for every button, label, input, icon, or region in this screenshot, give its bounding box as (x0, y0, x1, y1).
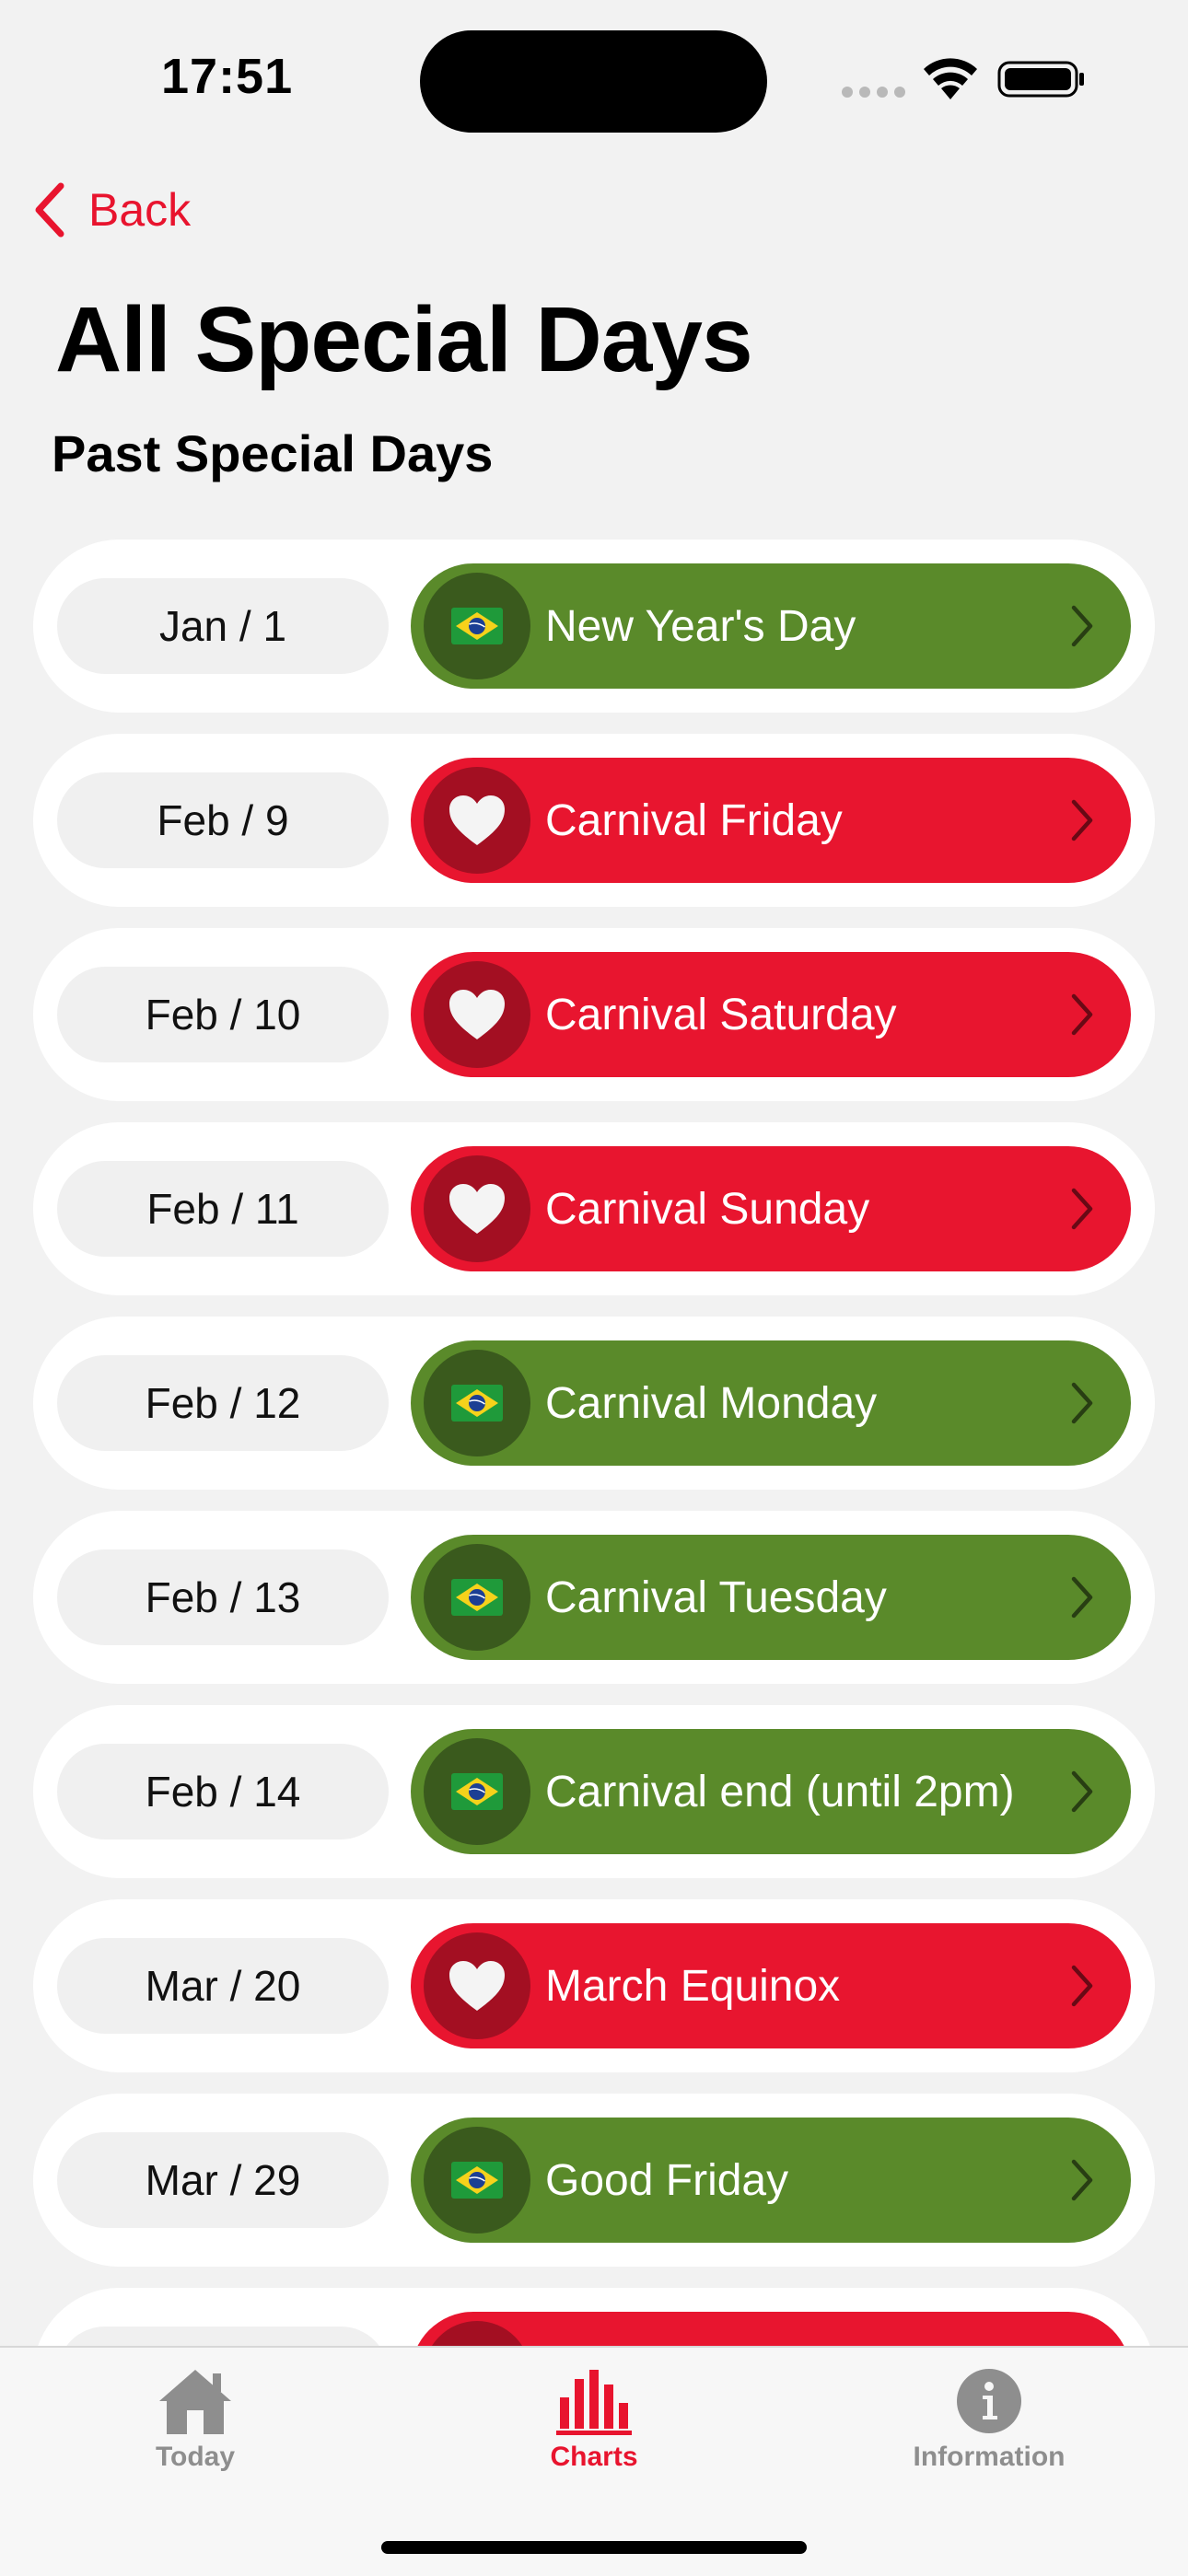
event-button[interactable]: Carnival Monday (411, 1340, 1131, 1466)
brazil-flag-icon (424, 1738, 530, 1845)
date-pill: Mar / 20 (57, 1938, 389, 2034)
event-button[interactable]: New Year's Day (411, 563, 1131, 689)
event-name: Carnival Tuesday (545, 1572, 887, 1622)
tab-charts-label: Charts (550, 2442, 638, 2472)
heart-icon (424, 767, 530, 874)
list-item: Feb / 11 Carnival Sunday (33, 1122, 1155, 1295)
list-item: Jan / 1 New Year's Day (33, 540, 1155, 713)
cellular-signal-icon (842, 87, 906, 98)
list-item: Feb / 12 Carnival Monday (33, 1317, 1155, 1490)
event-name: Carnival end (until 2pm) (545, 1767, 1015, 1816)
event-name: New Year's Day (545, 601, 856, 651)
chevron-right-icon (1071, 1770, 1093, 1813)
chevron-right-icon (1071, 2159, 1093, 2201)
list-item: Mar / 20 March Equinox (33, 1899, 1155, 2072)
chevron-right-icon (1071, 1576, 1093, 1619)
list-item: Feb / 9 Carnival Friday (33, 734, 1155, 907)
heart-icon (424, 1155, 530, 1262)
event-name: Carnival Saturday (545, 990, 897, 1039)
wifi-icon (924, 58, 977, 99)
tab-today[interactable]: Today (57, 2348, 333, 2495)
dynamic-island (420, 30, 767, 133)
chevron-right-icon (1071, 1965, 1093, 2007)
chevron-right-icon (1071, 993, 1093, 1036)
battery-icon (997, 61, 1084, 98)
chevron-right-icon (1071, 799, 1093, 841)
status-bar: 17:51 (0, 0, 1188, 157)
event-button[interactable]: Carnival Friday (411, 758, 1131, 883)
list-item: Mar / 29 Good Friday (33, 2094, 1155, 2267)
event-button[interactable]: Carnival Sunday (411, 1146, 1131, 1271)
chevron-right-icon (1071, 1382, 1093, 1424)
event-name: Good Friday (545, 2155, 789, 2205)
date-pill: Jan / 1 (57, 578, 389, 674)
brazil-flag-icon (424, 1350, 530, 1456)
date-pill: Mar / 29 (57, 2132, 389, 2228)
list-item: Feb / 13 Carnival Tuesday (33, 1511, 1155, 1684)
info-icon (957, 2369, 1021, 2433)
page-title: All Special Days (55, 288, 753, 391)
event-button[interactable]: March Equinox (411, 1923, 1131, 2048)
event-name: March Equinox (545, 1961, 841, 2011)
event-name: Carnival Sunday (545, 1184, 870, 1234)
back-label: Back (88, 184, 192, 236)
tab-information-label: Information (913, 2442, 1066, 2472)
event-button[interactable]: Carnival end (until 2pm) (411, 1729, 1131, 1854)
list-item: Feb / 10 Carnival Saturday (33, 928, 1155, 1101)
date-pill: Feb / 10 (57, 967, 389, 1062)
bar-chart-icon (556, 2370, 632, 2435)
event-button[interactable]: Carnival Saturday (411, 952, 1131, 1077)
chevron-left-icon (35, 182, 64, 238)
tab-today-label: Today (155, 2442, 236, 2472)
house-icon (159, 2370, 231, 2434)
date-pill: Feb / 11 (57, 1161, 389, 1257)
date-pill: Feb / 14 (57, 1744, 389, 1839)
section-title: Past Special Days (52, 424, 494, 482)
tab-charts[interactable]: Charts (456, 2348, 732, 2495)
brazil-flag-icon (424, 2127, 530, 2234)
chevron-right-icon (1071, 1188, 1093, 1230)
date-pill: Feb / 13 (57, 1549, 389, 1645)
date-pill: Feb / 12 (57, 1355, 389, 1451)
event-button[interactable]: Carnival Tuesday (411, 1535, 1131, 1660)
heart-icon (424, 961, 530, 1068)
tab-information[interactable]: Information (851, 2348, 1127, 2495)
status-time: 17:51 (161, 49, 294, 104)
back-button[interactable]: Back (31, 177, 191, 243)
event-name: Carnival Monday (545, 1378, 878, 1428)
date-pill: Feb / 9 (57, 772, 389, 868)
brazil-flag-icon (424, 573, 530, 679)
event-button[interactable]: Good Friday (411, 2118, 1131, 2243)
chevron-right-icon (1071, 605, 1093, 647)
home-indicator (381, 2541, 807, 2554)
brazil-flag-icon (424, 1544, 530, 1651)
event-name: Carnival Friday (545, 795, 843, 845)
heart-icon (424, 1932, 530, 2039)
list-item: Feb / 14 Carnival end (until 2pm) (33, 1705, 1155, 1878)
